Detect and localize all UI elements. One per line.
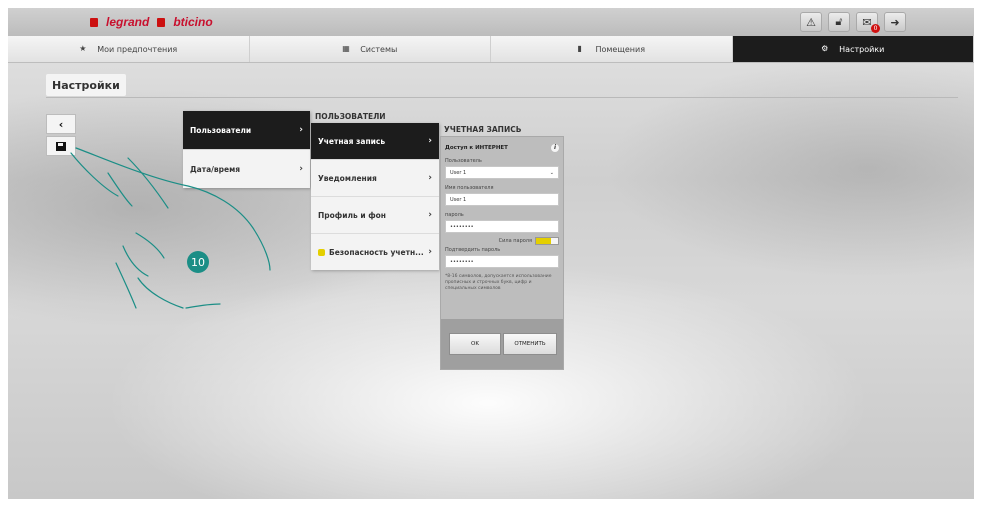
hand-pointer-icon	[70, 147, 271, 309]
step-number-badge: 10	[187, 251, 209, 273]
app-window: legrand bticino ⚠ 🔓︎ ✉ 0 ➜ ★ Мои предпоч…	[8, 8, 974, 499]
